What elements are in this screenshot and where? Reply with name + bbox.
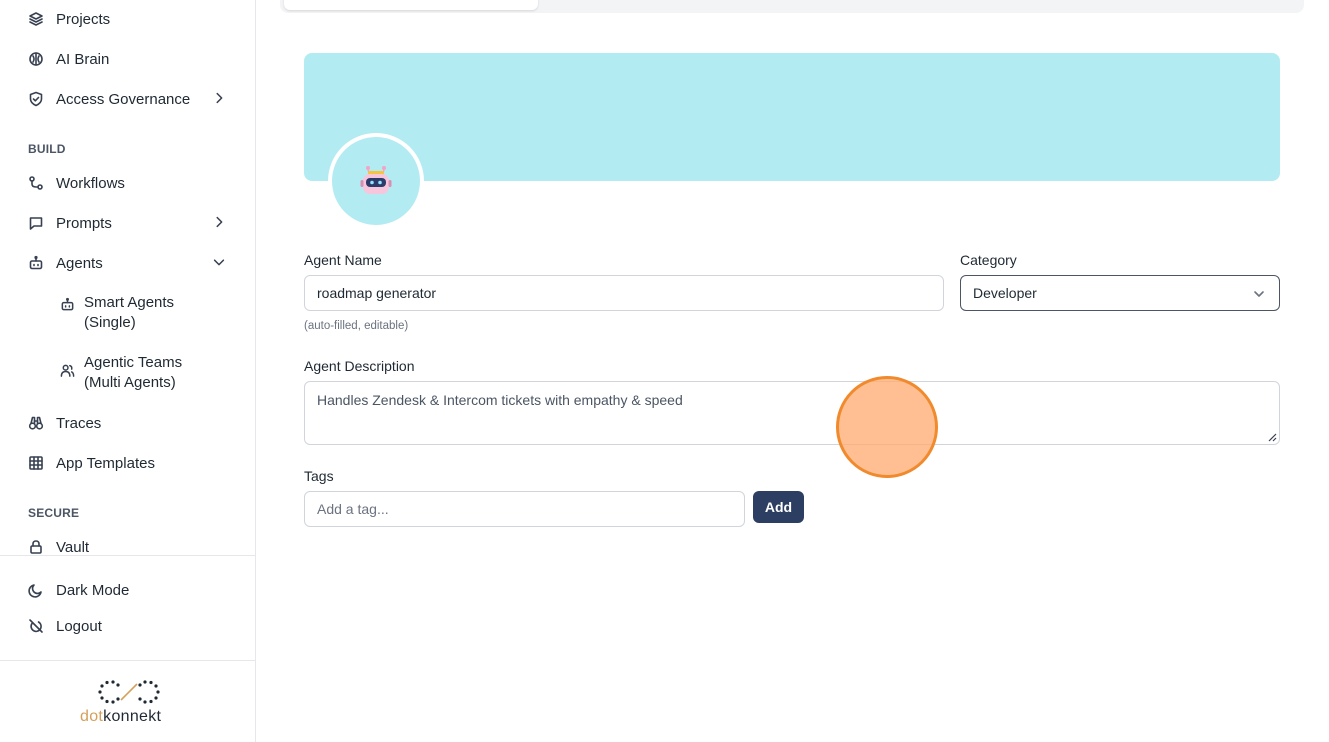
category-value: Developer: [973, 285, 1037, 301]
agent-avatar[interactable]: [328, 133, 424, 229]
nav-agents[interactable]: Agents: [28, 251, 228, 275]
chevron-right-icon: [212, 91, 228, 107]
nav-label: Prompts: [56, 214, 112, 232]
robot-avatar-icon: [360, 166, 392, 194]
infinity-dots-icon: [98, 680, 160, 704]
tags-label: Tags: [304, 468, 334, 484]
bot-icon: [60, 297, 76, 313]
shield-icon: [28, 91, 44, 107]
nav-label: Access Governance: [56, 90, 191, 108]
nav-label: Projects: [56, 10, 111, 28]
users-icon: [60, 363, 76, 379]
nav-label: Agents: [56, 254, 103, 272]
logo-wordmark: dotkonnekt: [80, 708, 162, 725]
tab-active[interactable]: [284, 0, 538, 10]
agent-name-hint: (auto-filled, editable): [304, 320, 409, 332]
chevron-down-icon: [1253, 287, 1265, 303]
chevron-right-icon: [212, 215, 228, 231]
profile-banner: [304, 53, 1280, 181]
tag-input[interactable]: Add a tag...: [304, 491, 745, 527]
nav-ai-brain[interactable]: AI Brain: [28, 47, 228, 71]
description-label: Agent Description: [304, 358, 415, 374]
bot-icon: [28, 255, 44, 271]
nav-dark-mode[interactable]: Dark Mode: [28, 578, 228, 602]
nav-label: Traces: [56, 414, 102, 432]
lock-icon: [28, 539, 44, 555]
nav-traces[interactable]: Traces: [28, 411, 228, 435]
resize-handle-icon[interactable]: [1267, 432, 1277, 442]
nav-label: Vault: [56, 538, 90, 556]
layers-icon: [28, 11, 44, 27]
section-build-label: BUILD: [28, 142, 66, 156]
category-label: Category: [960, 252, 1017, 268]
agent-name-label: Agent Name: [304, 252, 382, 268]
dotkonnekt-logo: dotkonnekt: [80, 678, 180, 728]
grid-icon: [28, 455, 44, 471]
moon-icon: [28, 582, 44, 598]
nav-logout[interactable]: Logout: [28, 614, 228, 638]
nav-app-templates[interactable]: App Templates: [28, 451, 228, 475]
nav-label: App Templates: [56, 454, 155, 472]
nav-agentic-teams[interactable]: Agentic Teams (Multi Agents): [60, 353, 240, 393]
nav-workflows[interactable]: Workflows: [28, 171, 228, 195]
nav-label: Agentic Teams (Multi Agents): [84, 354, 183, 391]
agent-name-input[interactable]: roadmap generator: [304, 275, 944, 311]
nav-label: Workflows: [56, 174, 125, 192]
nav-label: Logout: [56, 617, 102, 635]
section-secure-label: SECURE: [28, 506, 80, 520]
nav-label: Dark Mode: [56, 581, 130, 599]
workflow-icon: [28, 175, 44, 191]
description-textarea[interactable]: Handles Zendesk & Intercom tickets with …: [304, 381, 1280, 445]
message-icon: [28, 215, 44, 231]
description-value: Handles Zendesk & Intercom tickets with …: [317, 392, 683, 408]
sidebar: Projects AI Brain Access Governance BUIL…: [0, 0, 256, 742]
nav-access-governance[interactable]: Access Governance: [28, 87, 228, 111]
binoculars-icon: [28, 415, 44, 431]
sidebar-divider: [0, 660, 256, 661]
brain-icon: [28, 51, 44, 67]
logout-icon: [28, 618, 44, 634]
nav-projects[interactable]: Projects: [28, 7, 228, 31]
nav-smart-agents[interactable]: Smart Agents (Single): [60, 293, 240, 333]
add-tag-button[interactable]: Add: [753, 491, 804, 523]
category-select[interactable]: Developer: [960, 275, 1280, 311]
nav-prompts[interactable]: Prompts: [28, 211, 228, 235]
chevron-down-icon: [212, 255, 228, 271]
nav-label: Smart Agents (Single): [84, 294, 175, 331]
cursor-highlight: [836, 376, 938, 478]
nav-label: AI Brain: [56, 50, 110, 68]
sidebar-divider: [0, 555, 256, 556]
